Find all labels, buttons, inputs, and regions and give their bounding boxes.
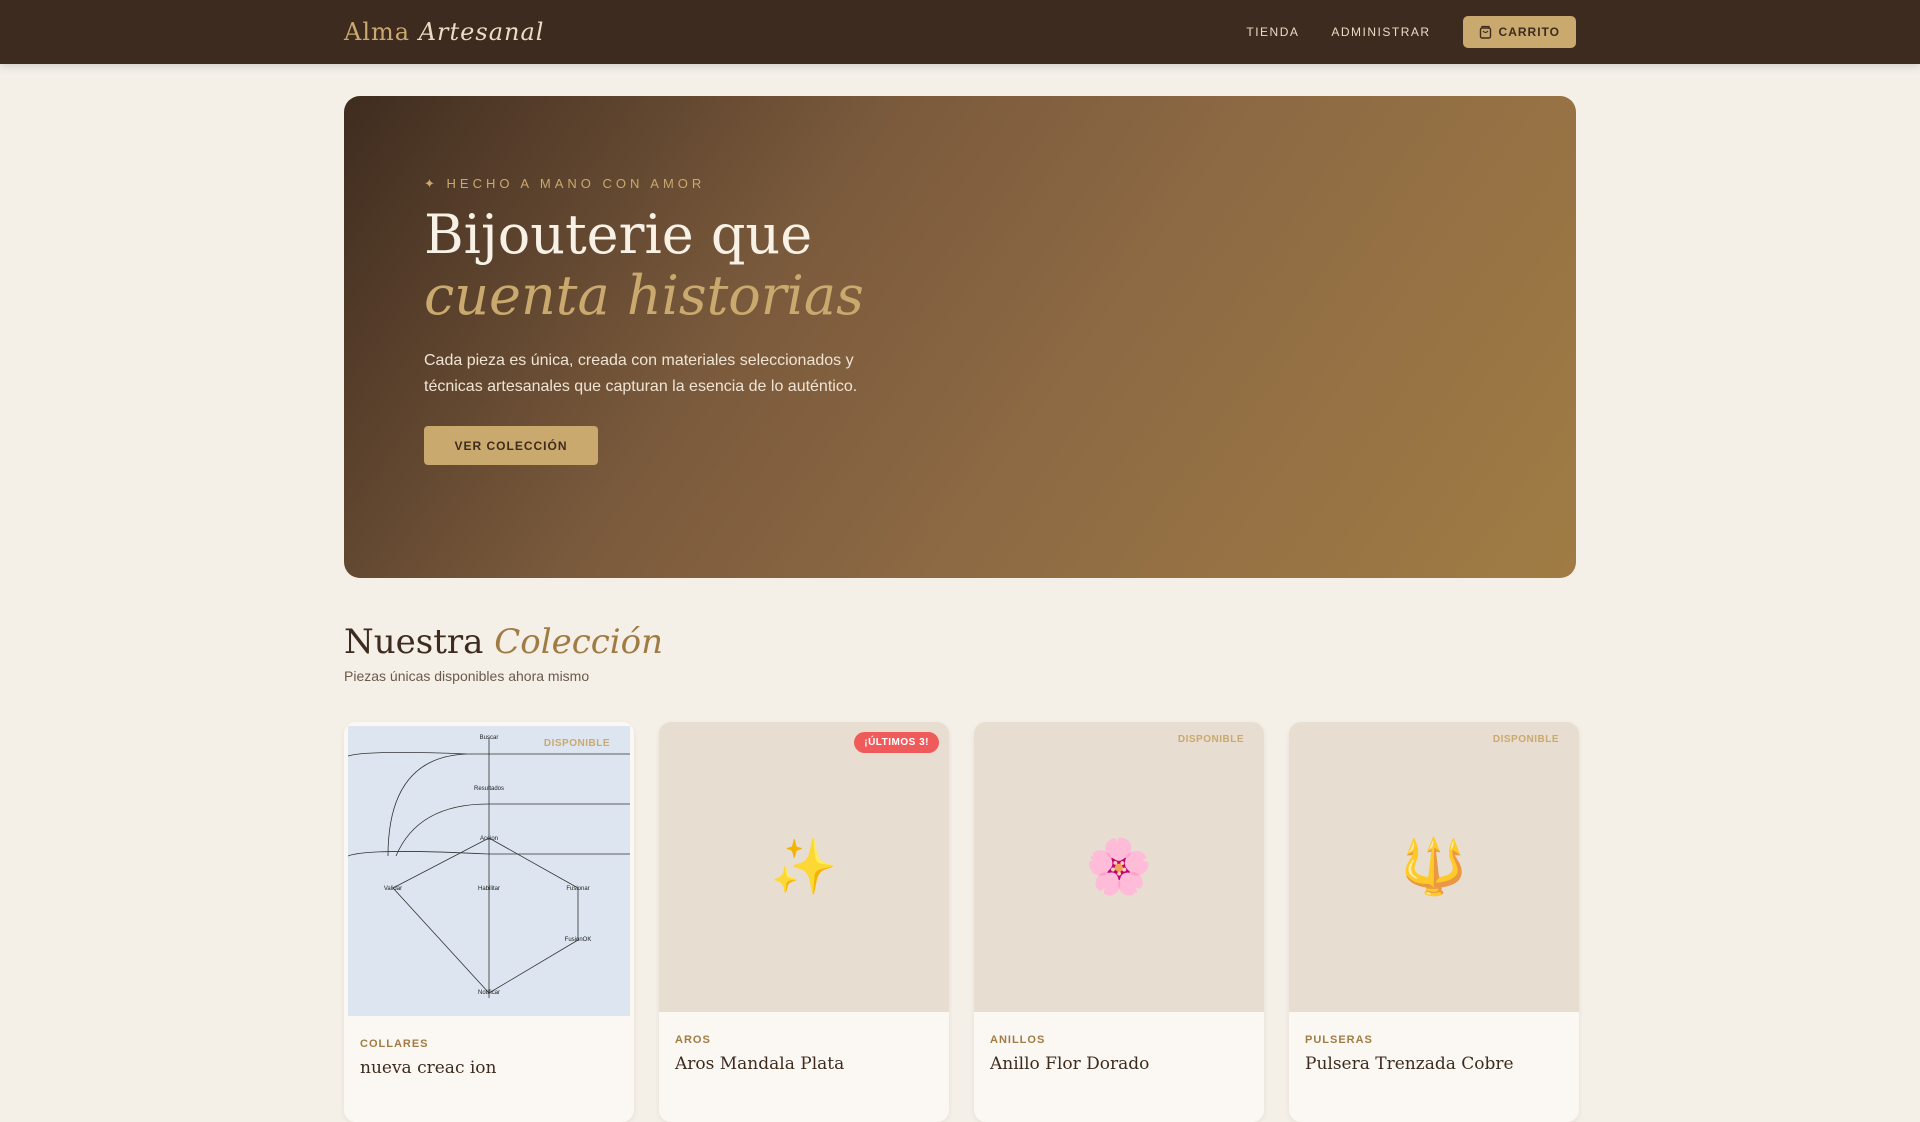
product-card[interactable]: ✨ ¡ÚLTIMOS 3! AROS Aros Mandala Plata bbox=[659, 722, 949, 1122]
logo-word-1: Alma bbox=[344, 18, 411, 46]
product-grid: Buscar Resultados Accion Validar Habilit… bbox=[344, 722, 1579, 1122]
hero-title-accent: cuenta historias bbox=[424, 264, 864, 327]
collection-header: Nuestra Colección Piezas únicas disponib… bbox=[344, 622, 663, 684]
cart-button[interactable]: CARRITO bbox=[1462, 16, 1576, 48]
product-category: ANILLOS bbox=[990, 1034, 1046, 1046]
diagram-label: Resultados bbox=[474, 786, 504, 792]
trident-icon: 🔱 DISPONIBLE bbox=[1289, 722, 1579, 1012]
product-emoji: 🔱 bbox=[1400, 836, 1468, 897]
status-badge: ¡ÚLTIMOS 3! bbox=[854, 732, 939, 753]
view-collection-button[interactable]: VER COLECCIÓN bbox=[424, 426, 598, 465]
hero-eyebrow: ✦ HECHO A MANO CON AMOR bbox=[424, 176, 706, 191]
diagram-label: Fusionar bbox=[566, 886, 589, 892]
product-emoji: ✨ bbox=[770, 836, 838, 897]
nav-administrar[interactable]: ADMINISTRAR bbox=[1331, 25, 1430, 39]
diagram-label: Accion bbox=[480, 836, 498, 842]
product-card[interactable]: 🌸 DISPONIBLE ANILLOS Anillo Flor Dorado bbox=[974, 722, 1264, 1122]
product-name[interactable]: Aros Mandala Plata bbox=[675, 1054, 933, 1074]
product-name[interactable]: Anillo Flor Dorado bbox=[990, 1054, 1248, 1074]
product-category: PULSERAS bbox=[1305, 1034, 1373, 1046]
section-title-accent: Colección bbox=[494, 622, 664, 662]
section-title: Nuestra Colección bbox=[344, 622, 663, 662]
diagram-label: Habilitar bbox=[478, 886, 500, 892]
product-name[interactable]: Pulsera Trenzada Cobre bbox=[1305, 1054, 1563, 1074]
product-name[interactable]: nueva creac ion bbox=[360, 1058, 618, 1078]
section-title-plain: Nuestra bbox=[344, 622, 484, 662]
product-emoji: 🌸 bbox=[1085, 836, 1153, 897]
logo-word-2: Artesanal bbox=[418, 18, 545, 46]
product-category: AROS bbox=[675, 1034, 711, 1046]
flow-diagram: Buscar Resultados Accion Validar Habilit… bbox=[348, 735, 630, 998]
diagram-label: Notificar bbox=[478, 990, 500, 996]
product-card[interactable]: 🔱 DISPONIBLE PULSERAS Pulsera Trenzada Co… bbox=[1289, 722, 1579, 1122]
sparkles-icon: ✨ ¡ÚLTIMOS 3! bbox=[659, 722, 949, 1012]
hero-title-plain: Bijouterie que bbox=[424, 203, 813, 266]
nav-tienda[interactable]: TIENDA bbox=[1246, 25, 1299, 39]
status-badge: DISPONIBLE bbox=[543, 738, 610, 749]
diagram-label: Buscar bbox=[480, 735, 499, 741]
product-card[interactable]: Buscar Resultados Accion Validar Habilit… bbox=[344, 722, 634, 1122]
diagram-label: Validar bbox=[384, 886, 402, 892]
shopping-bag-icon bbox=[1479, 25, 1491, 39]
flower-icon: 🌸 DISPONIBLE bbox=[974, 722, 1264, 1012]
top-nav: Alma Artesanal TIENDA ADMINISTRAR CARRIT… bbox=[0, 0, 1920, 64]
logo[interactable]: Alma Artesanal bbox=[344, 18, 544, 46]
diagram-label: FusionOK bbox=[565, 937, 592, 943]
cart-label: CARRITO bbox=[1498, 25, 1560, 39]
product-image-diagram: Buscar Resultados Accion Validar Habilit… bbox=[348, 726, 630, 1016]
hero-description: Cada pieza es única, creada con material… bbox=[424, 352, 858, 395]
hero-title: Bijouterie que cuenta historias bbox=[424, 204, 944, 326]
section-subtitle: Piezas únicas disponibles ahora mismo bbox=[344, 668, 590, 684]
product-category: COLLARES bbox=[360, 1038, 429, 1050]
status-badge: DISPONIBLE bbox=[1492, 734, 1559, 745]
hero-banner: ✦ HECHO A MANO CON AMOR Bijouterie que c… bbox=[344, 96, 1576, 578]
status-badge: DISPONIBLE bbox=[1177, 734, 1244, 745]
